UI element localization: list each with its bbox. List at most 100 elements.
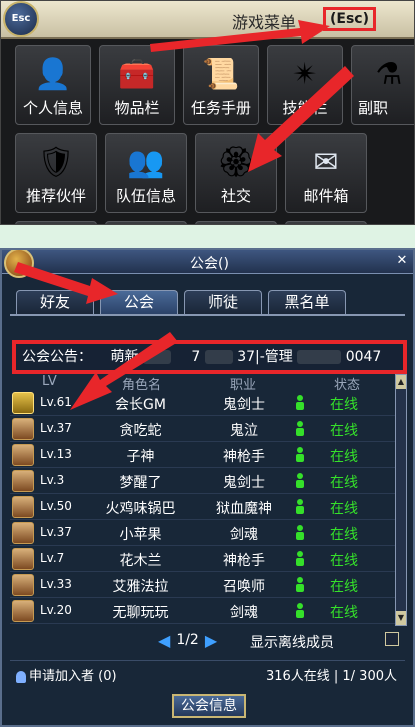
menu-tile-profile[interactable]: 👤 个人信息	[15, 45, 91, 125]
show-offline-checkbox[interactable]	[385, 632, 399, 646]
scroll-down-icon[interactable]: ▼	[396, 611, 406, 625]
guild-notice-text-a: 萌新	[110, 349, 139, 365]
guild-notice: 公会公告： 萌新 7 37|-管理 0047	[12, 340, 407, 374]
prev-page-icon[interactable]: ◀	[158, 631, 170, 650]
member-status: 在线	[330, 475, 358, 491]
menu-grid: 👤 个人信息 🧰 物品栏 📜 任务手册 ✴ 技能栏 ⚗ 副职 🛡 推荐伙伴 👥 …	[15, 45, 414, 224]
table-row[interactable]: Lv.37 贪吃蛇 鬼泣 在线	[10, 416, 395, 442]
menu-tile-mailbox[interactable]: ✉ 邮件箱	[285, 133, 367, 213]
game-menu-title: 游戏菜单	[232, 9, 296, 33]
menu-row-3-partial	[15, 221, 414, 224]
tab-divider	[10, 314, 405, 316]
person-icon	[296, 551, 304, 566]
member-name: 无聊玩玩	[112, 605, 169, 621]
menu-tile-label: 任务手册	[190, 99, 251, 117]
person-icon	[296, 447, 304, 462]
member-name: 贪吃蛇	[119, 423, 162, 439]
member-job: 鬼剑士	[223, 475, 265, 491]
member-status: 在线	[330, 501, 358, 517]
esc-badge-icon[interactable]: Esc	[3, 1, 39, 37]
person-icon	[296, 499, 304, 514]
avatar	[12, 392, 34, 414]
member-list: Lv.61 会长GM 鬼剑士 在线 Lv.37 贪吃蛇 鬼泣 在线 Lv.13 …	[10, 390, 395, 624]
member-status: 在线	[330, 579, 358, 595]
envelope-icon: ✉	[313, 144, 339, 180]
table-row[interactable]: Lv.20 无聊玩玩 剑魂 在线	[10, 598, 395, 624]
game-menu-title-text: 游戏菜单	[231, 13, 296, 32]
member-job: 召唤师	[223, 579, 265, 595]
menu-tile-label: 物品栏	[114, 99, 160, 117]
menu-tile-quest-log[interactable]: 📜 任务手册	[183, 45, 259, 125]
menu-row-2: 🛡 推荐伙伴 👥 队伍信息 🏵 社交 ✉ 邮件箱	[15, 133, 414, 213]
pagination: ◀ 1/2 ▶	[152, 630, 223, 650]
member-job: 神枪手	[223, 449, 265, 465]
menu-tile-label: 个人信息	[22, 99, 83, 117]
table-row[interactable]: Lv.50 火鸡味锅巴 狱血魔神 在线	[10, 494, 395, 520]
next-page-icon[interactable]: ▶	[205, 631, 217, 650]
table-row[interactable]: Lv.7 花木兰 神枪手 在线	[10, 546, 395, 572]
crest-icon: 🏵	[216, 144, 256, 180]
member-job: 鬼泣	[230, 423, 258, 439]
member-job: 鬼剑士	[223, 397, 265, 413]
green-shield-icon: 🛡	[36, 144, 76, 180]
table-row[interactable]: Lv.33 艾雅法拉 召唤师 在线	[10, 572, 395, 598]
tab-mentor[interactable]: 师徒	[184, 290, 262, 314]
screenshot-root: Esc 游戏菜单 (Esc) 👤 个人信息 🧰 物品栏 📜 任务手册 ✴ 技能栏…	[0, 0, 415, 727]
show-offline-label: 显示离线成员	[250, 635, 334, 651]
guild-window-title: 公会()	[190, 256, 229, 272]
menu-tile-skills[interactable]: ✴ 技能栏	[267, 45, 343, 125]
menu-tile-label: 推荐伙伴	[25, 187, 86, 205]
guild-window: 公会() ✕ 好友 公会 师徒 黑名单 公会公告： 萌新 7 37|-管理 00…	[0, 248, 415, 727]
member-name: 小苹果	[119, 527, 162, 543]
person-icon	[16, 670, 26, 683]
menu-tile-subjob[interactable]: ⚗ 副职	[351, 45, 414, 125]
member-level: Lv.20	[40, 603, 72, 617]
person-icon	[296, 603, 304, 618]
tab-guild[interactable]: 公会	[100, 290, 178, 314]
online-count: 316人在线 | 1/ 300人	[265, 669, 397, 684]
member-name: 艾雅法拉	[112, 579, 169, 595]
header-lv[interactable]: LV	[42, 374, 57, 389]
avatar	[12, 470, 34, 492]
guild-info-button[interactable]: 公会信息	[172, 694, 246, 718]
menu-tile-social[interactable]: 🏵 社交	[195, 133, 277, 213]
redacted-block	[297, 350, 342, 364]
menu-tile-label: 副职	[358, 99, 389, 117]
table-row[interactable]: Lv.3 梦醒了 鬼剑士 在线	[10, 468, 395, 494]
member-status: 在线	[330, 527, 358, 543]
redacted-block	[204, 350, 233, 364]
person-icon	[296, 395, 304, 410]
scroll-up-icon[interactable]: ▲	[396, 375, 406, 389]
avatar	[12, 496, 34, 518]
table-row[interactable]: Lv.37 小苹果 剑魂 在线	[10, 520, 395, 546]
game-menu-titlebar: Esc 游戏菜单 (Esc)	[1, 1, 414, 39]
menu-tile-partial	[15, 221, 97, 224]
member-status: 在线	[330, 449, 358, 465]
member-level: Lv.13	[40, 447, 72, 461]
person-icon	[296, 525, 304, 540]
tab-friends[interactable]: 好友	[16, 290, 94, 314]
game-menu-panel: Esc 游戏菜单 (Esc) 👤 个人信息 🧰 物品栏 📜 任务手册 ✴ 技能栏…	[0, 0, 415, 225]
guild-footer: 申请加入者 (0) 316人在线 | 1/ 300人	[10, 660, 405, 684]
tab-blacklist[interactable]: 黑名单	[268, 290, 346, 314]
menu-tile-recommend-partner[interactable]: 🛡 推荐伙伴	[15, 133, 97, 213]
menu-row-1: 👤 个人信息 🧰 物品栏 📜 任务手册 ✴ 技能栏 ⚗ 副职	[15, 45, 414, 125]
menu-tile-inventory[interactable]: 🧰 物品栏	[99, 45, 175, 125]
avatar	[12, 600, 34, 622]
applicants-button[interactable]: 申请加入者 (0)	[16, 665, 117, 684]
esc-hint: (Esc)	[323, 7, 376, 31]
menu-tile-partial	[285, 221, 367, 224]
avatar	[12, 418, 34, 440]
table-row[interactable]: Lv.61 会长GM 鬼剑士 在线	[10, 390, 395, 416]
member-list-scrollbar[interactable]: ▲ ▼	[395, 374, 407, 626]
member-level: Lv.50	[40, 499, 72, 513]
member-job: 神枪手	[223, 553, 265, 569]
member-level: Lv.3	[40, 473, 65, 487]
table-row[interactable]: Lv.13 子神 神枪手 在线	[10, 442, 395, 468]
close-icon[interactable]: ✕	[393, 253, 411, 269]
member-level: Lv.7	[40, 551, 65, 565]
member-list-header: LV 角色名 职业 状态	[12, 374, 392, 393]
social-tabs: 好友 公会 师徒 黑名单	[16, 290, 352, 314]
menu-tile-party-info[interactable]: 👥 队伍信息	[105, 133, 187, 213]
menu-tile-label: 邮件箱	[303, 187, 349, 205]
